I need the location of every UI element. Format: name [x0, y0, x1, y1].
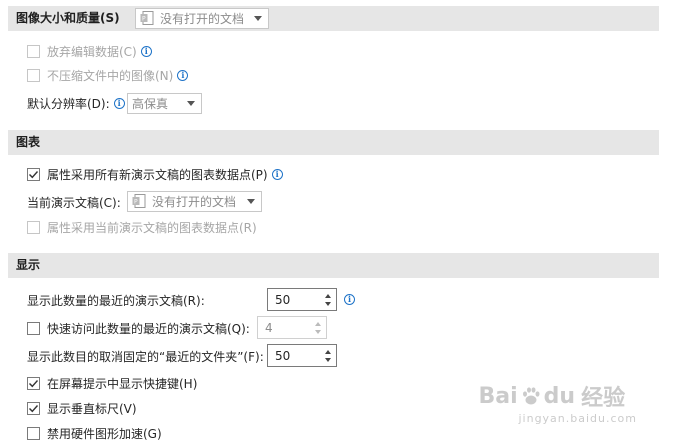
watermark-brand-cn: 经验 — [581, 386, 626, 411]
baidu-jingyan-watermark: Bai du 经验 jingyan.baidu.com — [478, 380, 637, 426]
show-vertical-ruler-checkbox[interactable] — [27, 402, 40, 415]
properties-current-label: 属性采用当前演示文稿的图表数据点(R) — [47, 221, 257, 235]
section-chart: 图表 — [8, 130, 659, 155]
spinner-arrows[interactable] — [314, 319, 323, 336]
properties-all-label: 属性采用所有新演示文稿的图表数据点(P) — [47, 168, 268, 182]
show-shortcuts-option[interactable]: 在屏幕提示中显示快捷键(H) — [27, 375, 197, 392]
recent-docs-label: 显示此数量的最近的演示文稿(R): — [27, 294, 205, 308]
chevron-down-icon — [247, 199, 255, 204]
properties-all-option[interactable]: 属性采用所有新演示文稿的图表数据点(P) i — [27, 166, 283, 183]
section-image-quality: 图像大小和质量(S) — [8, 6, 659, 31]
spin-down-icon[interactable] — [325, 358, 331, 362]
section-display-title: 显示 — [16, 258, 41, 272]
spin-up-icon[interactable] — [325, 350, 331, 354]
discard-edit-data-checkbox[interactable] — [27, 45, 40, 58]
powerpoint-advanced-options: 图像大小和质量(S) P 没有打开的文档 放弃编辑数据(C) i 不压缩文件中的… — [0, 0, 673, 445]
checkmark-icon — [29, 405, 39, 413]
chevron-down-icon — [187, 101, 195, 106]
properties-current-checkbox[interactable] — [27, 221, 40, 234]
section-chart-title: 图表 — [16, 135, 41, 149]
quick-access-checkbox[interactable] — [27, 322, 40, 335]
recent-docs-value: 50 — [275, 292, 291, 307]
quick-access-spinner[interactable]: 4 — [257, 316, 327, 339]
spin-up-icon[interactable] — [315, 322, 321, 326]
spinner-arrows[interactable] — [324, 347, 333, 364]
presentation-doc-icon: P — [140, 11, 154, 25]
info-icon: i — [344, 294, 355, 305]
current-doc-row: 当前演示文稿(C): — [27, 194, 121, 211]
disable-hw-accel-checkbox[interactable] — [27, 427, 40, 440]
presentation-doc-icon: P — [132, 194, 146, 208]
default-resolution-dropdown[interactable]: 高保真 — [127, 93, 202, 114]
no-compress-option[interactable]: 不压缩文件中的图像(N) i — [27, 67, 189, 84]
current-doc-dropdown[interactable]: P 没有打开的文档 — [127, 191, 262, 212]
section-display: 显示 — [8, 253, 659, 278]
spin-down-icon[interactable] — [315, 330, 321, 334]
section-image-quality-title: 图像大小和质量(S) — [16, 11, 120, 25]
spinner-arrows[interactable] — [324, 291, 333, 308]
show-shortcuts-checkbox[interactable] — [27, 377, 40, 390]
svg-text:P: P — [142, 16, 146, 23]
spin-down-icon[interactable] — [325, 302, 331, 306]
properties-current-option[interactable]: 属性采用当前演示文稿的图表数据点(R) — [27, 219, 257, 236]
default-resolution-value: 高保真 — [132, 97, 169, 111]
watermark-brand-b: du — [543, 383, 576, 409]
info-icon: i — [113, 98, 125, 109]
unpinned-folders-row: 显示此数目的取消固定的“最近的文件夹”(F): — [27, 348, 264, 365]
show-vertical-ruler-label: 显示垂直标尺(V) — [47, 402, 137, 416]
watermark-brand-a: Bai — [478, 383, 518, 409]
paw-icon — [522, 387, 540, 405]
unpinned-folders-spinner[interactable]: 50 — [267, 344, 337, 367]
checkmark-icon — [29, 171, 39, 179]
info-icon: i — [177, 70, 189, 81]
quick-access-label: 快速访问此数量的最近的演示文稿(Q): — [47, 322, 250, 336]
recent-docs-spinner[interactable]: 50 — [267, 288, 337, 311]
no-compress-label: 不压缩文件中的图像(N) — [47, 69, 174, 83]
no-compress-checkbox[interactable] — [27, 69, 40, 82]
quick-access-value: 4 — [265, 320, 273, 335]
info-icon: i — [140, 46, 152, 57]
disable-hw-accel-label: 禁用硬件图形加速(G) — [47, 427, 162, 441]
info-icon: i — [271, 169, 283, 180]
recent-docs-row: 显示此数量的最近的演示文稿(R): — [27, 292, 205, 309]
watermark-domain: jingyan.baidu.com — [518, 412, 637, 425]
current-doc-label: 当前演示文稿(C): — [27, 196, 121, 210]
checkmark-icon — [29, 380, 39, 388]
chevron-down-icon — [254, 16, 262, 21]
current-doc-value: 没有打开的文档 — [152, 195, 237, 209]
svg-text:P: P — [134, 199, 138, 206]
properties-all-checkbox[interactable] — [27, 168, 40, 181]
default-resolution-row: 默认分辨率(D): i — [27, 95, 125, 112]
unpinned-folders-label: 显示此数目的取消固定的“最近的文件夹”(F): — [27, 350, 264, 364]
discard-edit-data-label: 放弃编辑数据(C) — [47, 45, 137, 59]
quick-access-option[interactable]: 快速访问此数量的最近的演示文稿(Q): — [27, 320, 250, 337]
default-resolution-label: 默认分辨率(D): — [27, 97, 110, 111]
unpinned-folders-value: 50 — [275, 348, 291, 363]
discard-edit-data-option[interactable]: 放弃编辑数据(C) i — [27, 43, 152, 60]
show-shortcuts-label: 在屏幕提示中显示快捷键(H) — [47, 377, 198, 391]
show-vertical-ruler-option[interactable]: 显示垂直标尺(V) — [27, 400, 137, 417]
spin-up-icon[interactable] — [325, 294, 331, 298]
image-quality-doc-value: 没有打开的文档 — [160, 12, 245, 26]
disable-hw-accel-option[interactable]: 禁用硬件图形加速(G) — [27, 425, 162, 442]
image-quality-doc-dropdown[interactable]: P 没有打开的文档 — [135, 8, 269, 29]
